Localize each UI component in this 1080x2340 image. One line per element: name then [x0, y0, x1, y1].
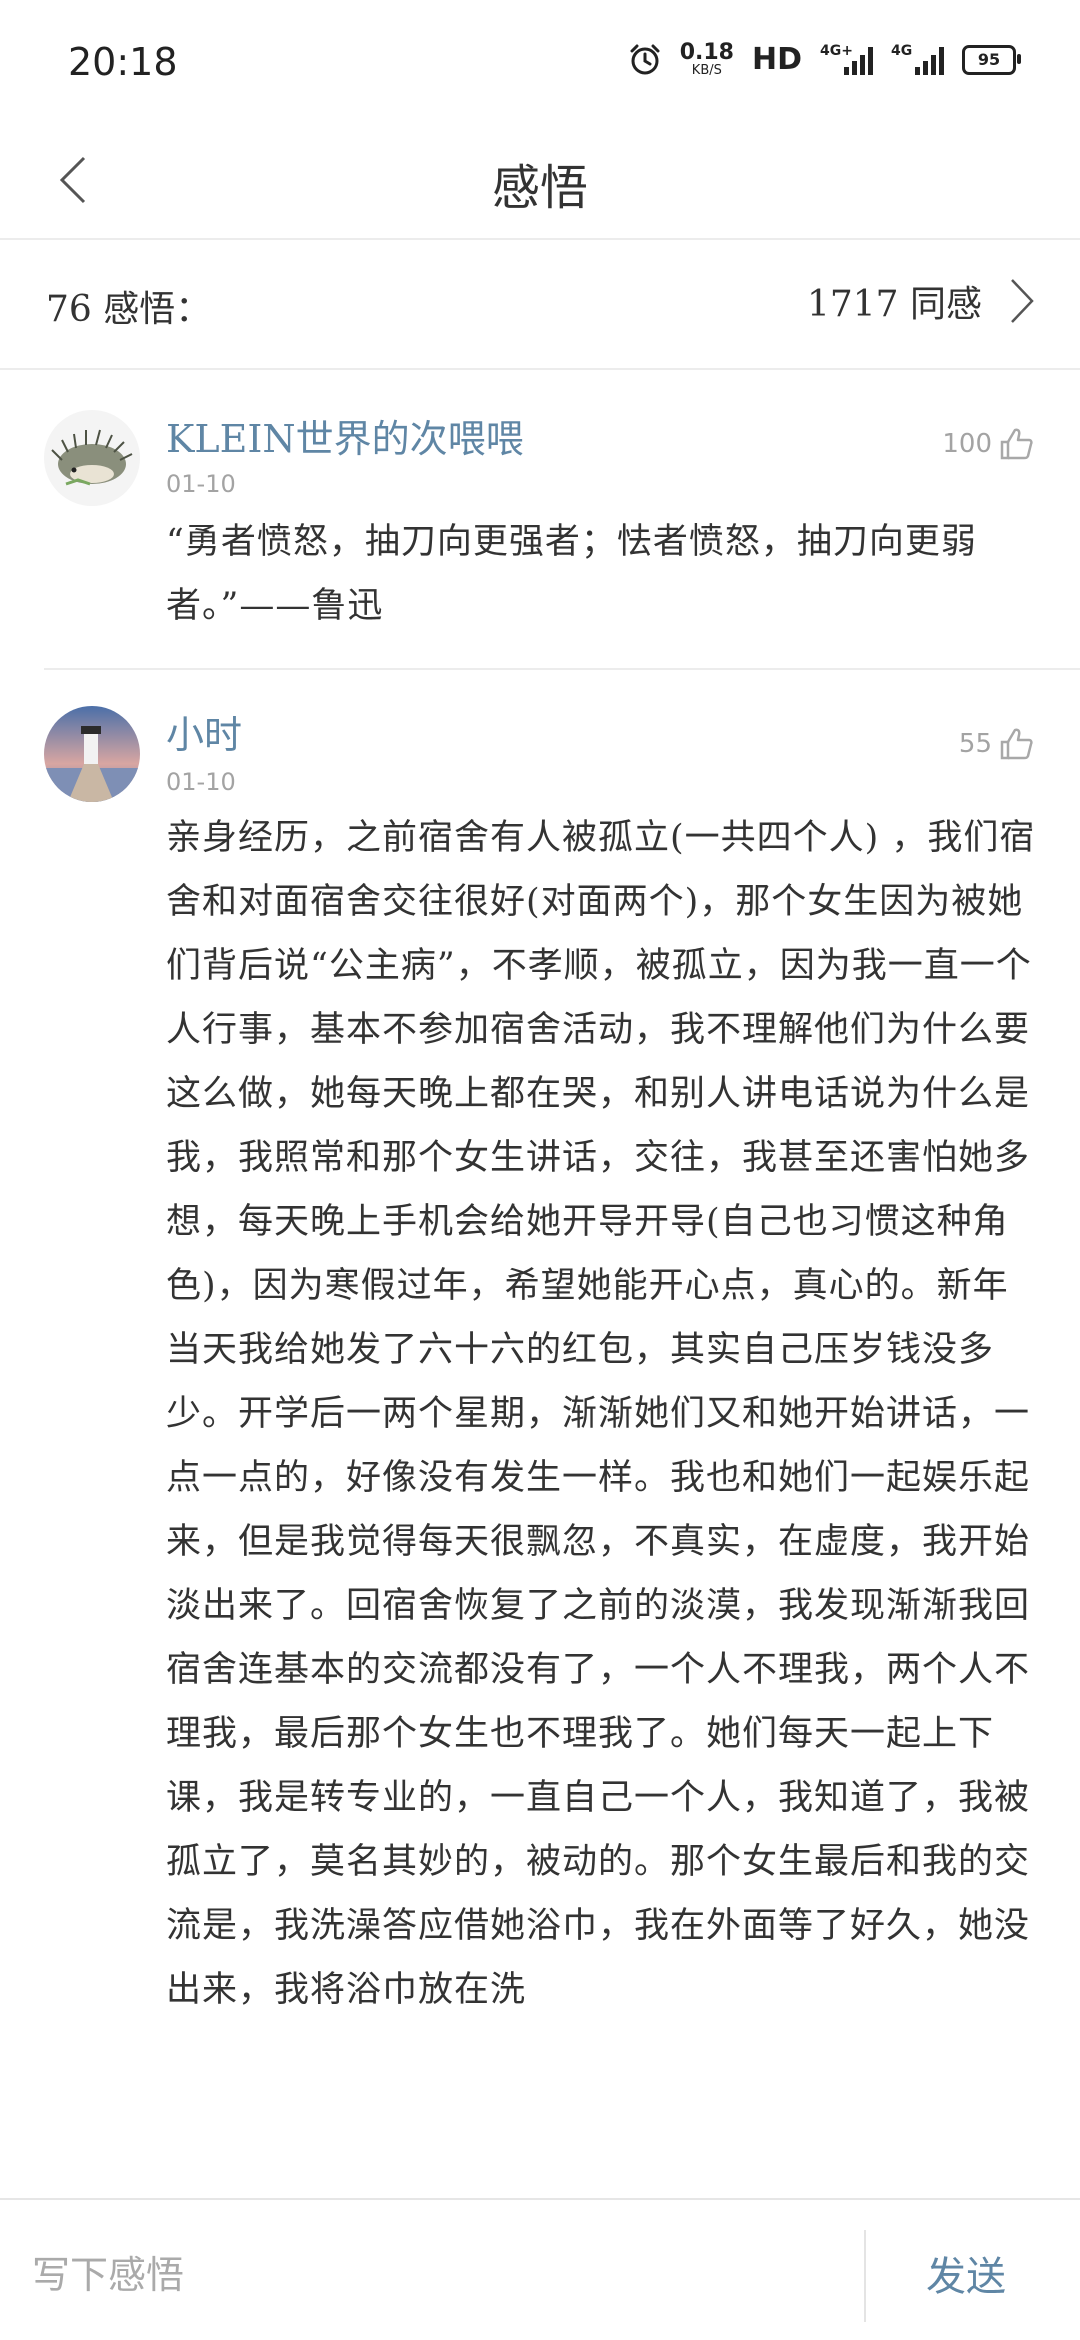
battery-icon: 95 — [962, 44, 1021, 75]
scroll-fade — [0, 2140, 1080, 2200]
signal-2-label: 4G — [891, 42, 913, 59]
lighthouse-avatar-icon — [44, 706, 140, 802]
comment-date: 01-10 — [166, 470, 236, 498]
signal-icon-2: 4G — [891, 42, 944, 75]
network-speed-unit: KB/S — [691, 63, 722, 78]
agree-count-link[interactable]: 1717 同感 — [807, 274, 1036, 328]
like-button[interactable]: 55 — [959, 726, 1034, 762]
network-speed: 0.18 KB/S — [679, 40, 734, 78]
hedgehog-avatar-icon — [51, 429, 133, 486]
thumbs-up-icon — [1000, 428, 1033, 460]
avatar[interactable] — [44, 410, 140, 506]
signal-1-label: 4G+ — [820, 42, 853, 59]
comment-username[interactable]: 小时 — [166, 704, 242, 759]
status-bar: 20:18 0.18 KB/S HD 4G+ 4G 95 — [0, 0, 1080, 120]
comment-text: 亲身经历，之前宿舍有人被孤立(一共四个人) ，我们宿舍和对面宿舍交往很好(对面两… — [166, 818, 1036, 2010]
network-speed-value: 0.18 — [679, 40, 734, 65]
status-icons: 0.18 KB/S HD 4G+ 4G 95 — [628, 40, 1021, 78]
comment-username[interactable]: KLEIN世界的次喂喂 — [166, 408, 524, 463]
composer-divider — [864, 2230, 866, 2322]
signal-icon-1: 4G+ — [820, 42, 873, 75]
thumbs-up-icon — [1000, 728, 1033, 760]
send-button[interactable]: 发送 — [926, 2244, 1006, 2302]
comment-date: 01-10 — [166, 768, 236, 796]
chevron-right-icon — [1011, 279, 1034, 323]
reflection-input[interactable]: 写下感悟 — [32, 2244, 184, 2299]
stats-row[interactable]: 76 感悟： 1717 同感 — [0, 240, 1080, 370]
page-title: 感悟 — [491, 160, 588, 216]
reflection-count: 76 感悟： — [46, 289, 212, 330]
like-count: 55 — [958, 729, 992, 759]
like-button[interactable]: 100 — [942, 426, 1034, 462]
comment-item: 小时 01-10 55 亲身经历，之前宿舍有人被孤立(一共四个人) ，我们宿舍和… — [44, 670, 1080, 2200]
nav-bar: 感悟 — [0, 120, 1080, 240]
comment-text: “勇者愤怒，抽刀向更强者；怯者愤怒，抽刀向更弱者。”——鲁迅 — [166, 522, 977, 626]
comment-item: KLEIN世界的次喂喂 01-10 100 “勇者愤怒，抽刀向更强者；怯者愤怒，… — [44, 370, 1080, 670]
comment-composer: 写下感悟 发送 — [0, 2198, 1080, 2340]
alarm-icon — [630, 44, 660, 74]
like-count: 100 — [942, 429, 992, 459]
hd-badge: HD — [751, 42, 802, 77]
status-time: 20:18 — [68, 40, 178, 84]
agree-count: 1717 同感 — [806, 284, 982, 325]
avatar[interactable] — [44, 706, 140, 802]
